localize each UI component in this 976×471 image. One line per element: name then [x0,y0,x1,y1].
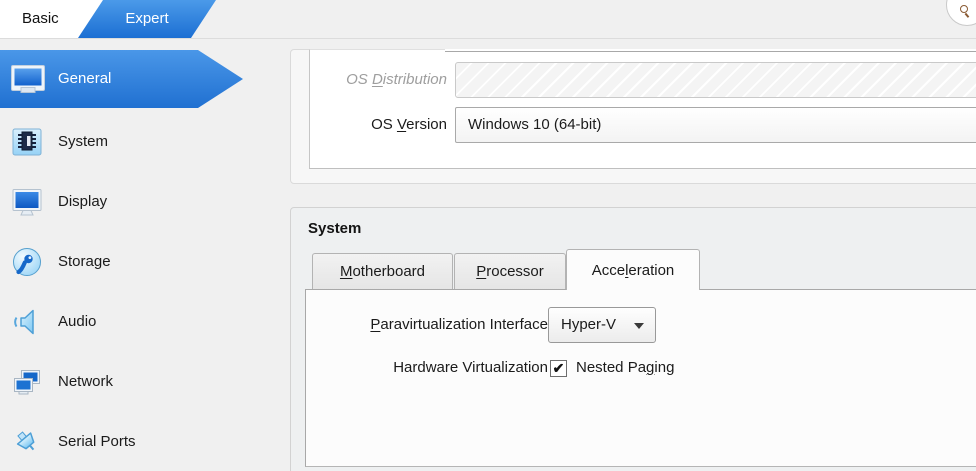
clipped-field-remnant [445,49,976,52]
os-version-combo[interactable]: Windows 10 (64-bit) [455,107,976,143]
chip-icon [11,126,43,158]
search-icon [960,5,968,13]
nested-paging-checkbox[interactable]: ✔ [550,360,567,377]
search-settings-button[interactable] [946,0,976,26]
sidebar-item-network[interactable]: Network [0,362,250,402]
system-section-title: System [308,220,361,237]
sidebar-item-system[interactable]: System [0,122,250,162]
sidebar-item-label: Network [58,362,113,402]
top-mode-bar: Basic Expert [0,0,976,39]
tab-acceleration[interactable]: Acceleration [566,249,700,290]
tab-basic[interactable]: Basic [0,0,75,38]
sidebar-item-audio[interactable]: Audio [0,302,250,342]
sidebar-item-label: Serial Ports [58,422,136,462]
os-version-label: OS Version [300,107,447,143]
speaker-icon [11,306,43,338]
paravirtualization-combo[interactable]: Hyper-V [548,307,656,343]
sidebar-item-label: Audio [58,302,96,342]
display-icon [11,186,43,218]
paravirtualization-interface-label: Paravirtualization Interface [320,307,548,343]
monitor-icon [10,61,46,97]
sidebar-item-general[interactable]: General [0,50,243,108]
tab-motherboard[interactable]: Motherboard [312,253,453,290]
sidebar-item-storage[interactable]: Storage [0,242,250,282]
sidebar-item-display[interactable]: Display [0,182,250,222]
tab-processor[interactable]: Processor [454,253,566,290]
nested-paging-label[interactable]: Nested Paging [576,351,796,385]
hardware-virtualization-label: Hardware Virtualization [320,351,548,385]
hard-disk-icon [11,246,43,278]
serial-plug-icon [11,426,43,458]
chevron-down-icon [634,323,644,329]
os-distribution-label: OS Distribution [300,62,447,98]
sidebar-item-label: Display [58,182,107,222]
paravirtualization-value: Hyper-V [561,316,616,333]
sidebar-item-serial-ports[interactable]: Serial Ports [0,422,250,462]
os-distribution-combo [455,62,976,98]
sidebar-item-label: General [58,50,111,108]
sidebar-item-label: Storage [58,242,111,282]
settings-sidebar: General System [0,39,250,471]
sidebar-item-label: System [58,122,108,162]
two-monitors-icon [11,366,43,398]
